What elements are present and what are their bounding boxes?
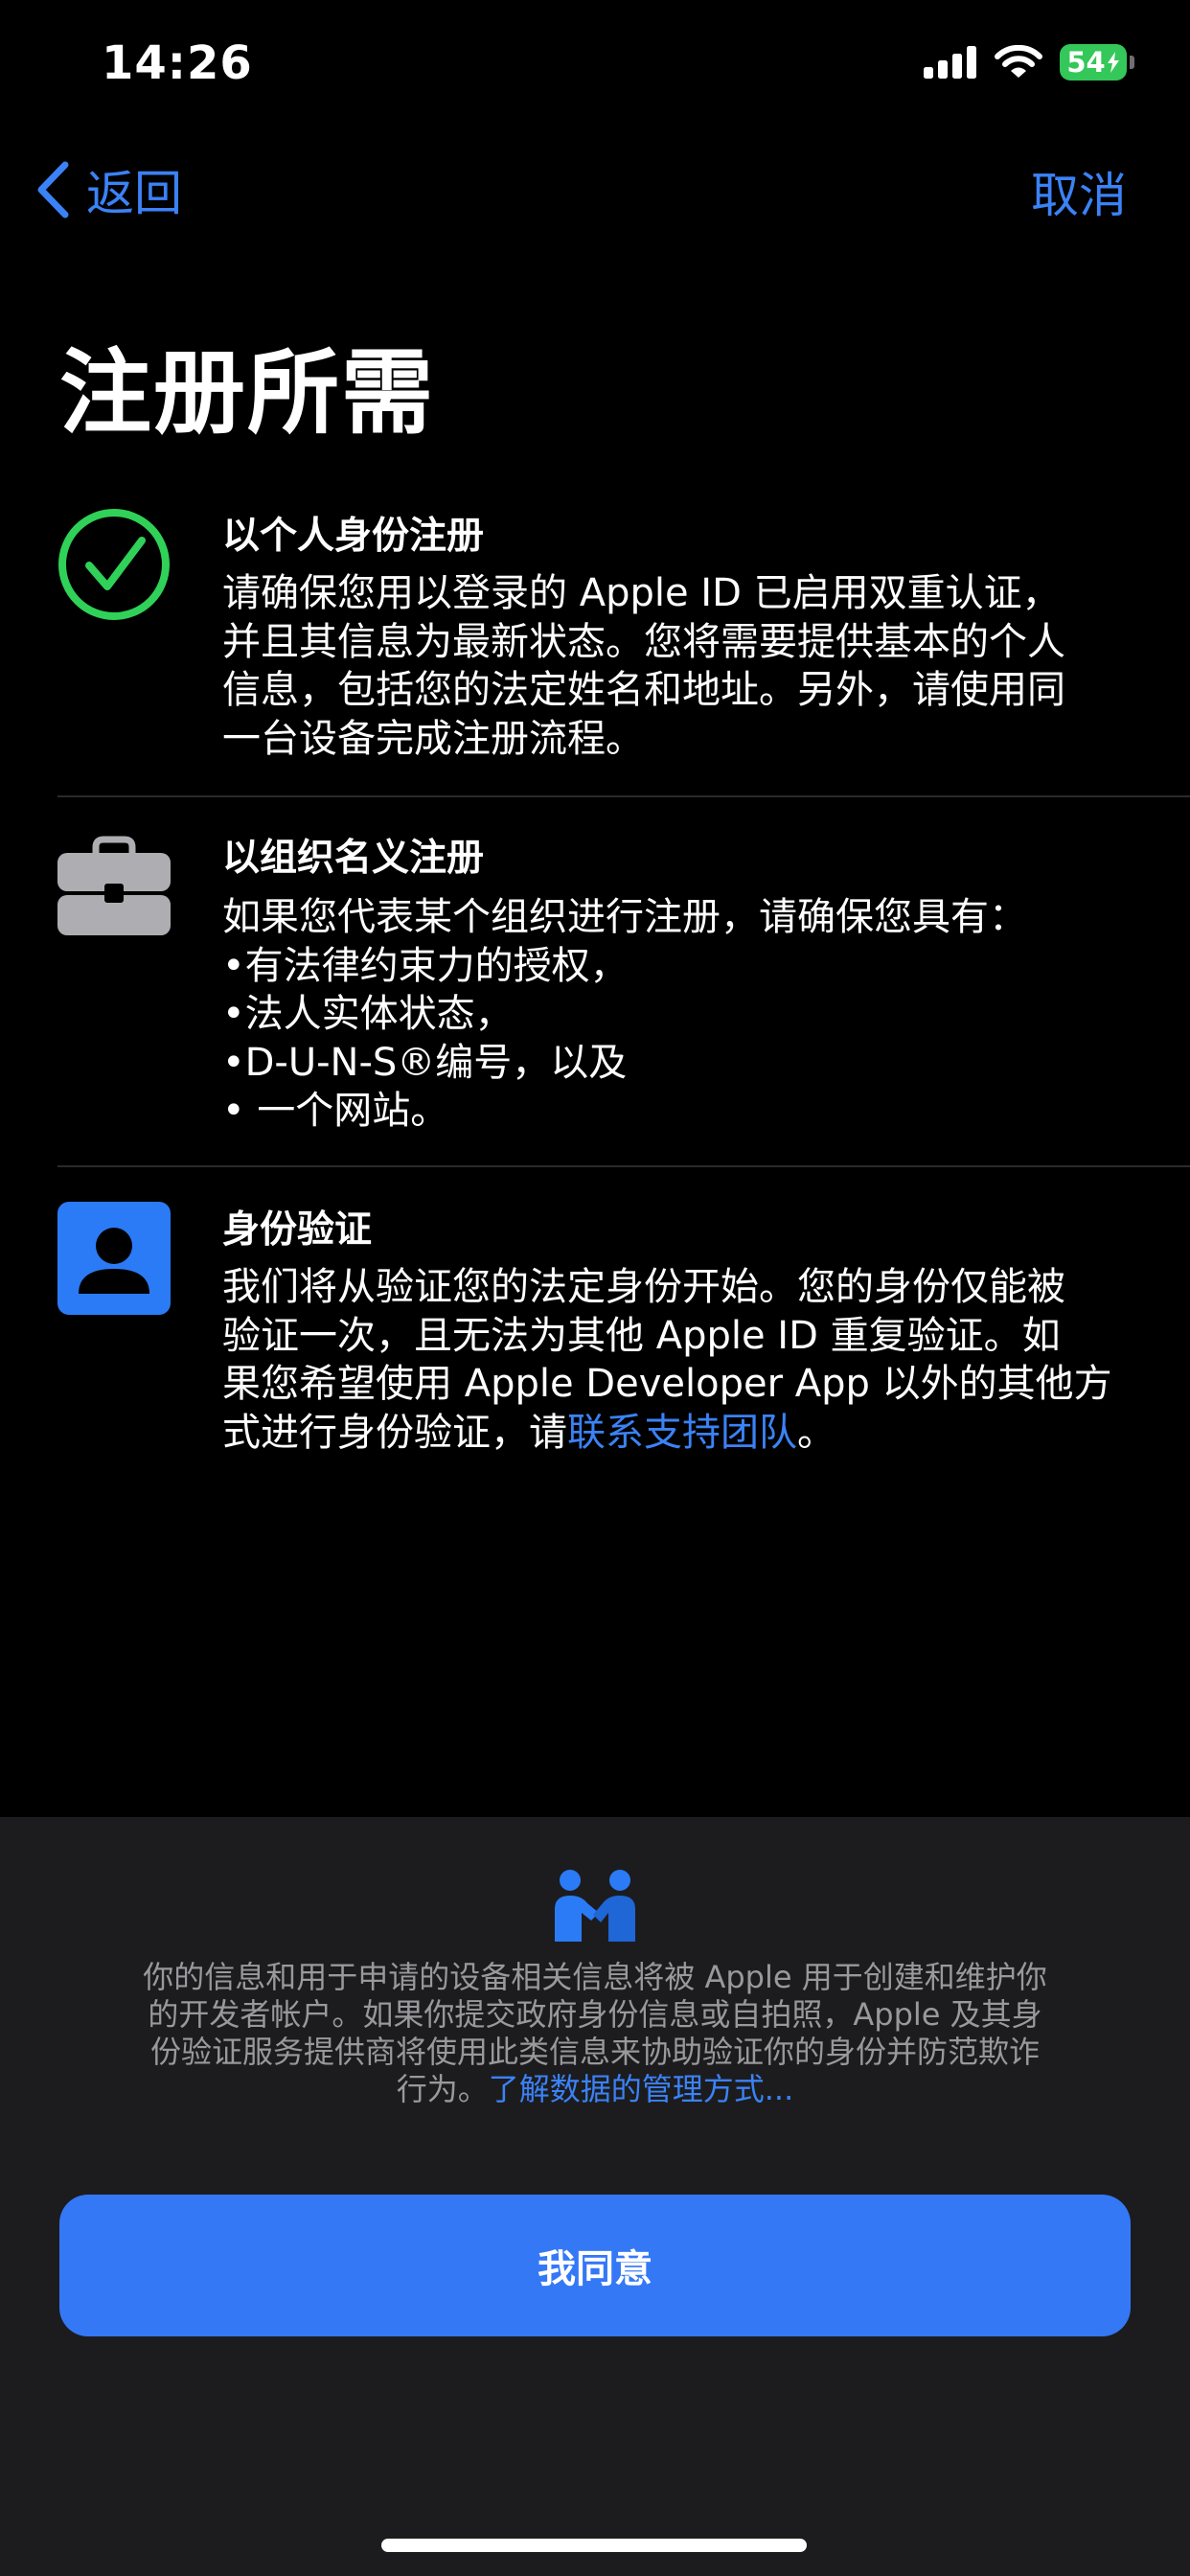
- briefcase-icon: [57, 836, 171, 935]
- description-line: 我们将从验证您的法定身份开始。您的身份仅能被: [222, 1265, 1065, 1309]
- requirement-description: 我们将从验证您的法定身份开始。您的身份仅能被 验证一次，且无法为其他 Apple…: [222, 1263, 1142, 1457]
- description-line: 如果您代表某个组织进行注册，请确保您具有：: [222, 895, 1027, 939]
- description-text: 式进行身份验证，请: [222, 1410, 567, 1455]
- consent-footer: 你的信息和用于申请的设备相关信息将被 Apple 用于创建和维护你 的开发者帐户…: [0, 1817, 1190, 2576]
- page-title: 注册所需: [59, 339, 435, 447]
- person-id-icon: [57, 1202, 171, 1315]
- requirement-title: 以个人身份注册: [222, 515, 485, 558]
- status-bar: 14:26 54: [0, 0, 1190, 125]
- status-icons: 54: [924, 44, 1134, 80]
- back-button[interactable]: 返回: [34, 155, 182, 224]
- checkmark-circle-icon: [58, 509, 170, 620]
- description-line: • 一个网站。: [222, 1089, 449, 1133]
- handshake-icon: [555, 1870, 635, 1942]
- divider: [57, 1165, 1190, 1167]
- wifi-icon: [995, 45, 1042, 78]
- description-line: 并且其信息为最新状态。您将需要提供基本的个人: [222, 619, 1065, 664]
- description-text: 。: [797, 1410, 835, 1455]
- privacy-notice: 你的信息和用于申请的设备相关信息将被 Apple 用于创建和维护你 的开发者帐户…: [86, 1959, 1104, 2108]
- home-indicator[interactable]: [381, 2539, 807, 2552]
- bolt-icon: [1107, 52, 1119, 73]
- battery-charging-icon: 54: [1060, 44, 1134, 80]
- description-line: 式进行身份验证，请联系支持团队。: [222, 1409, 1142, 1458]
- privacy-line: 的开发者帐户。如果你提交政府身份信息或自拍照，Apple 及其身: [148, 1996, 1042, 2033]
- description-line: •D-U-N-S®编号，以及: [222, 1040, 628, 1085]
- navigation-bar: 返回 取消: [0, 144, 1190, 240]
- description-line: 信息，包括您的法定姓名和地址。另外，请使用同: [222, 668, 1065, 712]
- privacy-line: 行为。了解数据的管理方式...: [86, 2071, 1104, 2108]
- cancel-button[interactable]: 取消: [1031, 157, 1127, 226]
- requirement-title: 身份验证: [222, 1208, 373, 1252]
- description-line: 一台设备完成注册流程。: [222, 716, 644, 761]
- description-line: •有法律约束力的授权，: [222, 943, 629, 988]
- description-line: 验证一次，且无法为其他 Apple ID 重复验证。如: [222, 1313, 1061, 1358]
- back-label: 返回: [86, 166, 182, 221]
- contact-support-link[interactable]: 联系支持团队: [567, 1411, 797, 1455]
- requirement-description: 请确保您用以登录的 Apple ID 已启用双重认证， 并且其信息为最新状态。您…: [222, 569, 1142, 763]
- description-line: 请确保您用以登录的 Apple ID 已启用双重认证，: [222, 571, 1061, 615]
- privacy-text: 行为。: [396, 2071, 489, 2107]
- status-time: 14:26: [102, 36, 253, 90]
- requirement-description: 如果您代表某个组织进行注册，请确保您具有： •有法律约束力的授权， •法人实体状…: [222, 893, 1142, 1136]
- data-management-link[interactable]: 了解数据的管理方式...: [489, 2071, 794, 2107]
- battery-level: 54: [1066, 45, 1106, 79]
- divider: [57, 795, 1190, 797]
- privacy-line: 你的信息和用于申请的设备相关信息将被 Apple 用于创建和维护你: [143, 1959, 1047, 1995]
- cellular-signal-icon: [924, 46, 976, 79]
- requirement-title: 以组织名义注册: [222, 837, 485, 880]
- agree-button[interactable]: 我同意: [59, 2195, 1131, 2336]
- chevron-left-icon: [37, 161, 69, 218]
- privacy-line: 份验证服务提供商将使用此类信息来协助验证你的身份并防范欺诈: [149, 2034, 1040, 2070]
- description-line: •法人实体状态，: [222, 992, 514, 1036]
- description-line: 果您希望使用 Apple Developer App 以外的其他方: [222, 1362, 1112, 1406]
